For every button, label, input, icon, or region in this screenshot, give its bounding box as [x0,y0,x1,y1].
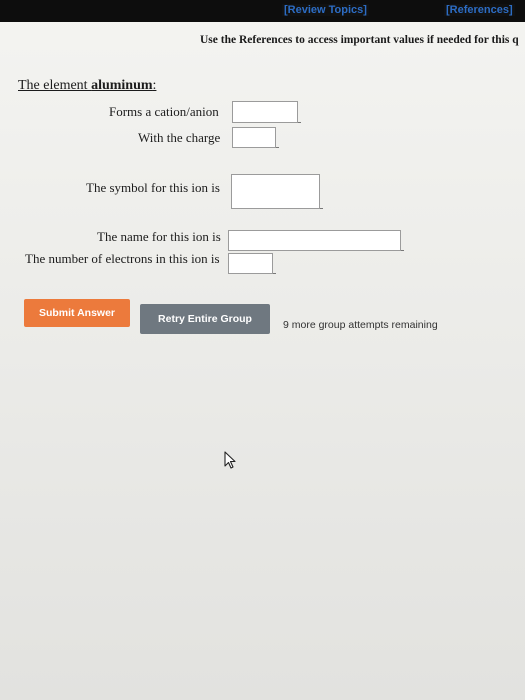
element-name: aluminum [91,78,153,93]
charge-label: With the charge [138,130,221,145]
submit-answer-button[interactable]: Submit Answer [24,299,130,327]
ion-name-field[interactable] [228,230,404,251]
field-tail [320,208,323,209]
references-link[interactable]: [References] [444,4,515,16]
forms-label: Forms a cation/anion [109,104,219,119]
top-toolbar: [Review Topics] [References] [0,0,525,22]
field-tail [276,147,279,148]
references-notice: Use the References to access important v… [200,34,519,46]
ion-symbol-field[interactable] [231,174,323,209]
heading-suffix: : [152,78,157,93]
charge-field[interactable] [232,127,279,148]
retry-entire-group-button[interactable]: Retry Entire Group [140,304,270,334]
field-tail [401,250,404,251]
electron-count-field[interactable] [228,253,276,274]
field-tail [298,122,301,123]
review-topics-link[interactable]: [Review Topics] [282,4,369,16]
field-tail [273,273,276,274]
heading-prefix: The element [18,78,92,93]
symbol-label: The symbol for this ion is [86,180,220,195]
cation-anion-field[interactable] [232,101,301,123]
mouse-pointer-icon [224,451,236,469]
question-heading: The element aluminum: [18,78,156,94]
name-label: The name for this ion is [97,229,221,244]
electrons-label: The number of electrons in this ion is [25,251,220,266]
attempts-remaining-text: 9 more group attempts remaining [283,319,438,331]
